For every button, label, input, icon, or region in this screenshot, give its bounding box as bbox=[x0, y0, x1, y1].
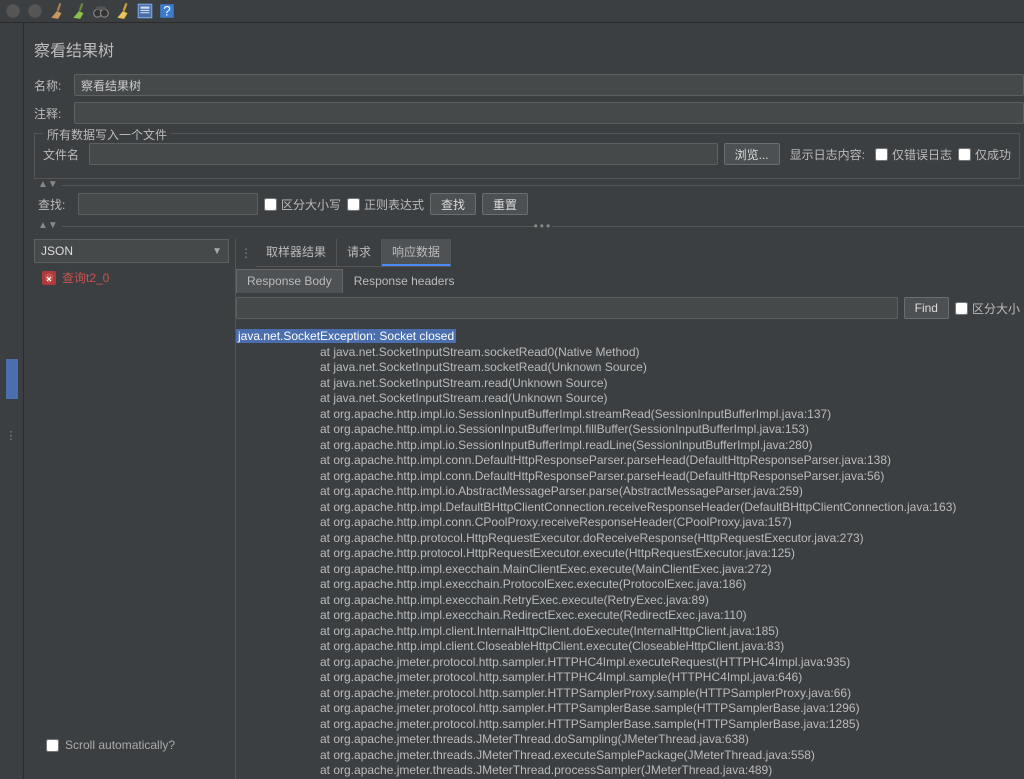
stacktrace-line: at org.apache.http.impl.client.Closeable… bbox=[236, 639, 1024, 655]
write-file-legend: 所有数据写入一个文件 bbox=[43, 126, 171, 143]
stacktrace-line: at java.net.SocketInputStream.read(Unkno… bbox=[236, 376, 1024, 392]
page-title: 察看结果树 bbox=[34, 33, 1024, 71]
tab-sampler[interactable]: 取样器结果 bbox=[256, 239, 337, 266]
svg-text:?: ? bbox=[163, 4, 171, 19]
tree-item-label: 查询t2_0 bbox=[62, 269, 109, 286]
comment-label: 注释: bbox=[34, 105, 68, 122]
collapse-toggle-2[interactable]: ▲▼ bbox=[34, 222, 62, 230]
left-rail-grip[interactable]: ⋮ bbox=[6, 429, 18, 442]
collapse-toggle-1[interactable]: ▲▼ bbox=[34, 181, 62, 189]
only-success-label: 仅成功 bbox=[975, 146, 1011, 163]
body-case-check[interactable]: 区分大小 bbox=[955, 300, 1020, 317]
broom-green-icon[interactable] bbox=[70, 2, 88, 20]
stacktrace-line: at org.apache.jmeter.protocol.http.sampl… bbox=[236, 655, 1024, 671]
scroll-auto-check[interactable]: Scroll automatically? bbox=[46, 738, 175, 752]
filename-label: 文件名 bbox=[43, 146, 83, 163]
broom-yellow-icon[interactable] bbox=[114, 2, 132, 20]
subtab-body[interactable]: Response Body bbox=[236, 269, 343, 293]
error-shield-icon bbox=[42, 271, 56, 285]
stacktrace-area[interactable]: java.net.SocketException: Socket closed … bbox=[236, 323, 1024, 779]
tab-response[interactable]: 响应数据 bbox=[382, 239, 451, 266]
stacktrace-line: at org.apache.jmeter.threads.JMeterThrea… bbox=[236, 748, 1024, 764]
reset-button[interactable]: 重置 bbox=[482, 193, 528, 215]
stacktrace-line: at org.apache.http.protocol.HttpRequestE… bbox=[236, 546, 1024, 562]
only-success-check[interactable]: 仅成功 bbox=[958, 146, 1011, 163]
case-check[interactable]: 区分大小写 bbox=[264, 196, 341, 213]
case-label: 区分大小写 bbox=[281, 196, 341, 213]
stacktrace-line: at org.apache.jmeter.protocol.http.sampl… bbox=[236, 686, 1024, 702]
subtab-headers[interactable]: Response headers bbox=[343, 269, 466, 293]
tab-request[interactable]: 请求 bbox=[337, 239, 382, 266]
name-input[interactable] bbox=[74, 74, 1024, 96]
format-value: JSON bbox=[41, 244, 73, 258]
stacktrace-line: at org.apache.http.impl.execchain.RetryE… bbox=[236, 593, 1024, 609]
stacktrace-line: at org.apache.http.impl.io.SessionInputB… bbox=[236, 438, 1024, 454]
find-button[interactable]: 查找 bbox=[430, 193, 476, 215]
stacktrace-line: at org.apache.jmeter.protocol.http.sampl… bbox=[236, 670, 1024, 686]
stacktrace-line: at java.net.SocketInputStream.socketRead… bbox=[236, 360, 1024, 376]
stacktrace-line: at org.apache.jmeter.protocol.http.sampl… bbox=[236, 701, 1024, 717]
stacktrace-line: at org.apache.http.impl.io.SessionInputB… bbox=[236, 422, 1024, 438]
result-tree[interactable]: 查询t2_0 bbox=[34, 263, 229, 779]
browse-button[interactable]: 浏览... bbox=[724, 143, 780, 165]
stacktrace-line: at org.apache.jmeter.threads.JMeterThrea… bbox=[236, 763, 1024, 779]
exception-header: java.net.SocketException: Socket closed bbox=[236, 329, 456, 343]
tree-item[interactable]: 查询t2_0 bbox=[38, 267, 229, 288]
stacktrace-line: at org.apache.http.impl.execchain.MainCl… bbox=[236, 562, 1024, 578]
stacktrace-line: at org.apache.http.impl.DefaultBHttpClie… bbox=[236, 500, 1024, 516]
stacktrace-line: at org.apache.http.impl.client.InternalH… bbox=[236, 624, 1024, 640]
filename-input[interactable] bbox=[89, 143, 718, 165]
toolbar-btn-disabled-1[interactable] bbox=[4, 2, 22, 20]
stacktrace-line: at org.apache.http.impl.execchain.Protoc… bbox=[236, 577, 1024, 593]
scroll-auto-label: Scroll automatically? bbox=[65, 738, 175, 752]
body-case-label: 区分大小 bbox=[972, 300, 1020, 317]
showlog-label: 显示日志内容: bbox=[786, 146, 869, 163]
comment-input[interactable] bbox=[74, 102, 1024, 124]
stacktrace-line: at java.net.SocketInputStream.socketRead… bbox=[236, 345, 1024, 361]
stacktrace-line: at org.apache.http.impl.conn.DefaultHttp… bbox=[236, 469, 1024, 485]
body-find-input[interactable] bbox=[236, 297, 898, 319]
vsplit-grip[interactable]: ⋮ bbox=[236, 246, 256, 260]
only-error-check[interactable]: 仅错误日志 bbox=[875, 146, 952, 163]
stacktrace-line: at org.apache.http.impl.conn.CPoolProxy.… bbox=[236, 515, 1024, 531]
stacktrace-line: at org.apache.jmeter.threads.JMeterThrea… bbox=[236, 732, 1024, 748]
toolbar-btn-disabled-2[interactable] bbox=[26, 2, 44, 20]
write-file-section: 所有数据写入一个文件 文件名 浏览... 显示日志内容: 仅错误日志 仅成功 bbox=[34, 133, 1020, 179]
name-label: 名称: bbox=[34, 77, 68, 94]
broom-brown-icon[interactable] bbox=[48, 2, 66, 20]
stacktrace-line: at org.apache.http.impl.execchain.Redire… bbox=[236, 608, 1024, 624]
stacktrace-line: at java.net.SocketInputStream.read(Unkno… bbox=[236, 391, 1024, 407]
search-input[interactable] bbox=[78, 193, 258, 215]
divider-grip[interactable]: ••• bbox=[534, 219, 553, 233]
binoculars-icon[interactable] bbox=[92, 2, 110, 20]
help-icon[interactable]: ? bbox=[158, 2, 176, 20]
body-find-button[interactable]: Find bbox=[904, 297, 949, 319]
search-label: 查找: bbox=[38, 196, 72, 213]
format-combo[interactable]: JSON ▼ bbox=[34, 239, 229, 263]
stacktrace-line: at org.apache.jmeter.protocol.http.sampl… bbox=[236, 717, 1024, 733]
left-rail-marker[interactable] bbox=[6, 359, 18, 399]
stacktrace-line: at org.apache.http.impl.io.SessionInputB… bbox=[236, 407, 1024, 423]
regex-label: 正则表达式 bbox=[364, 196, 424, 213]
regex-check[interactable]: 正则表达式 bbox=[347, 196, 424, 213]
chevron-down-icon: ▼ bbox=[212, 246, 222, 257]
only-error-label: 仅错误日志 bbox=[892, 146, 952, 163]
stacktrace-line: at org.apache.http.protocol.HttpRequestE… bbox=[236, 531, 1024, 547]
stacktrace-line: at org.apache.http.impl.io.AbstractMessa… bbox=[236, 484, 1024, 500]
toolbar: ? bbox=[0, 0, 1024, 23]
stacktrace-line: at org.apache.http.impl.conn.DefaultHttp… bbox=[236, 453, 1024, 469]
template-icon[interactable] bbox=[136, 2, 154, 20]
left-rail: ⋮ bbox=[0, 23, 24, 779]
